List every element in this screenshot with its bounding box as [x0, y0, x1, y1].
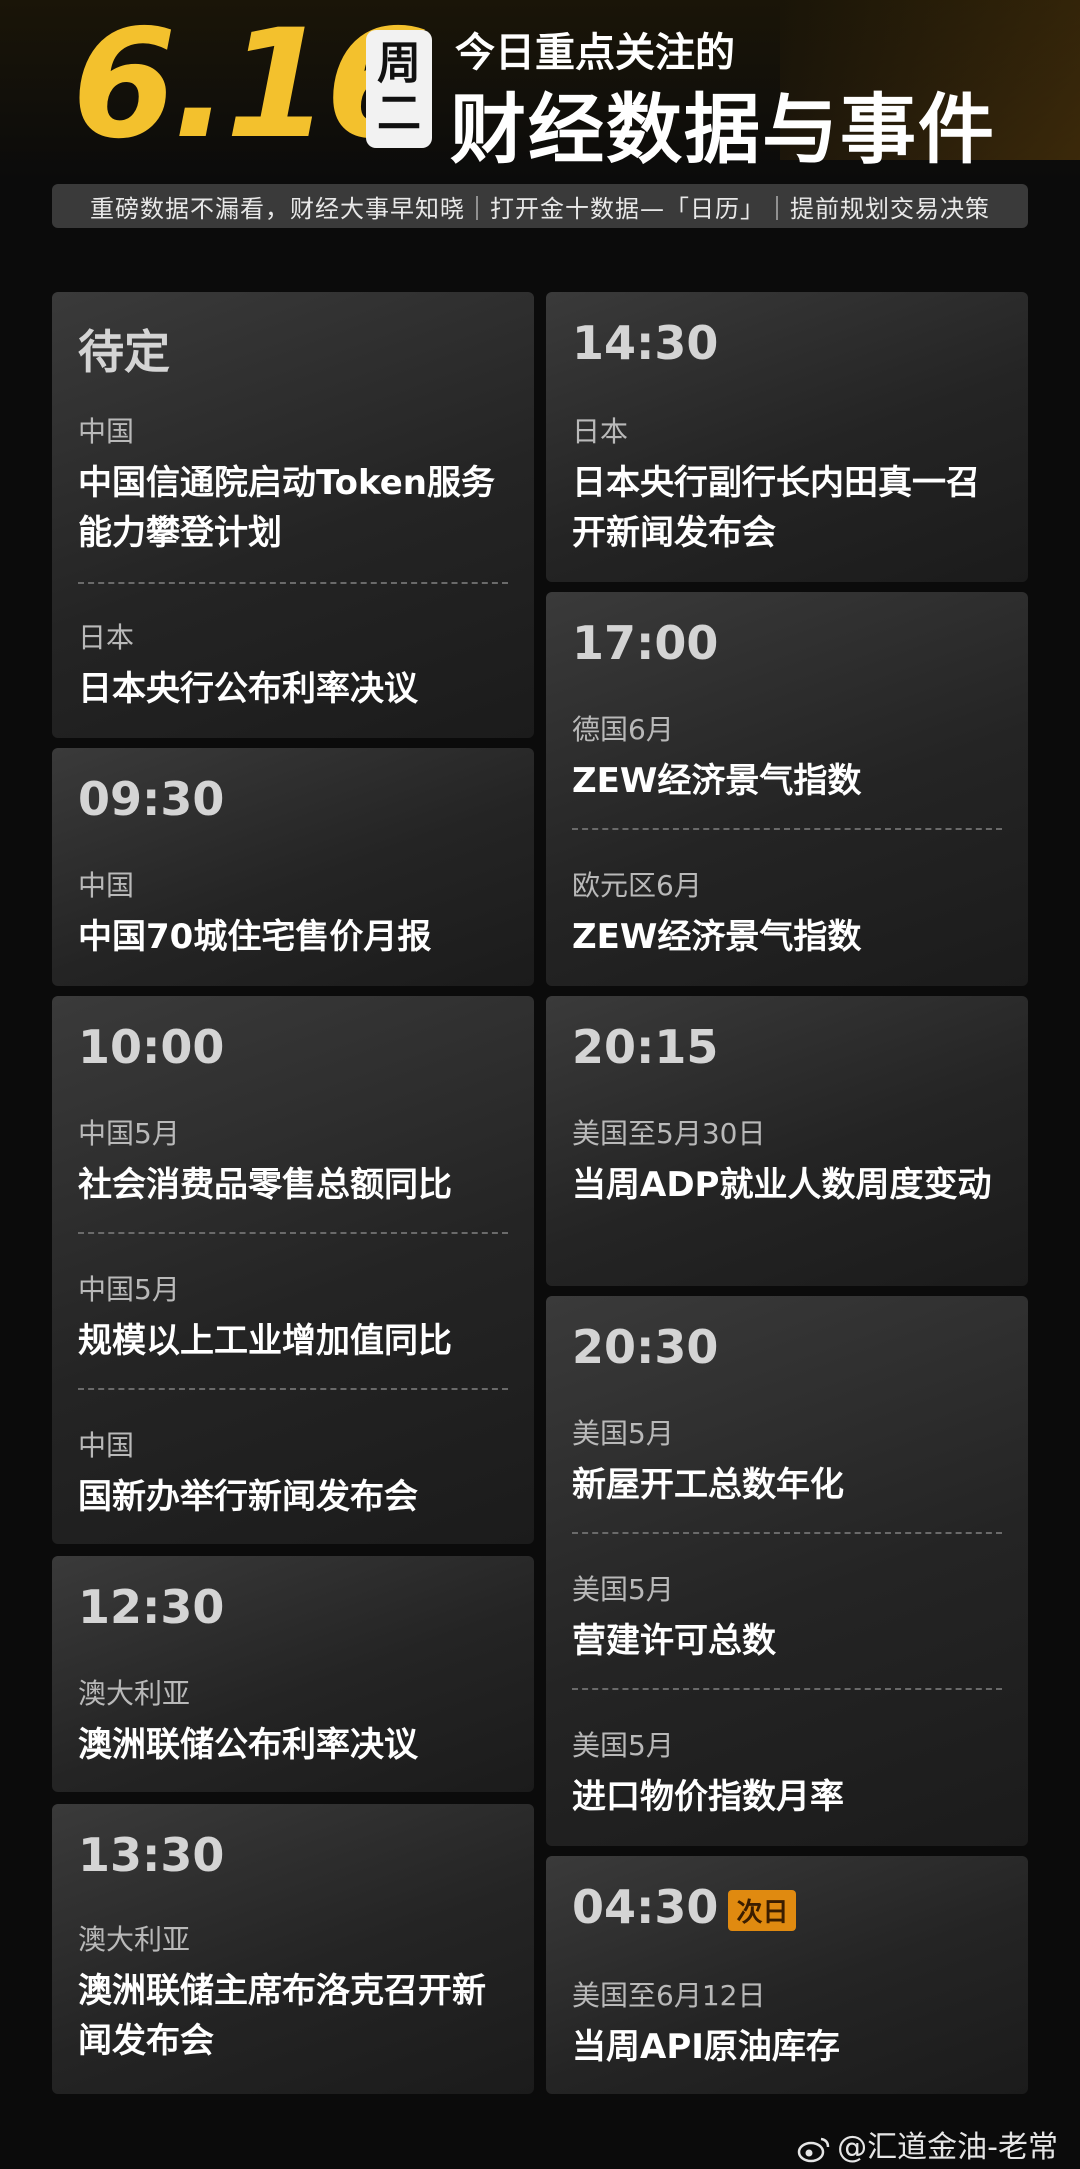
divider — [572, 1532, 1002, 1534]
event-name: 社会消费品零售总额同比 — [78, 1165, 452, 1205]
card-right-1: 17:00 德国6月 ZEW经济景气指数 欧元区6月 ZEW经济景气指数 — [546, 592, 1028, 986]
event-region: 澳大利亚 — [78, 1923, 191, 1956]
card-left-4: 13:30 澳大利亚 澳洲联储主席布洛克召开新闻发布会 — [52, 1804, 534, 2094]
event-region: 美国5月 — [572, 1417, 674, 1450]
event-region: 中国 — [78, 869, 135, 902]
divider — [78, 582, 508, 584]
event-region: 德国6月 — [572, 713, 674, 746]
event-region: 美国至5月30日 — [572, 1117, 766, 1150]
weibo-icon — [797, 2137, 830, 2162]
event-item: 澳大利亚 澳洲联储主席布洛克召开新闻发布会 — [78, 1918, 514, 2066]
card-left-2: 10:00 中国5月 社会消费品零售总额同比 中国5月 规模以上工业增加值同比 … — [52, 996, 534, 1544]
card-time: 13:30 — [78, 1828, 225, 1882]
card-left-0: 待定 中国 中国信通院启动Token服务能力攀登计划 日本 日本央行公布利率决议 — [52, 292, 534, 738]
card-time: 14:30 — [572, 316, 719, 370]
event-name: ZEW经济景气指数 — [572, 761, 862, 801]
event-item: 中国5月 社会消费品零售总额同比 — [78, 1112, 514, 1210]
event-region: 中国5月 — [78, 1273, 180, 1306]
event-item: 美国5月 进口物价指数月率 — [572, 1724, 1008, 1822]
event-name: 日本央行公布利率决议 — [78, 669, 418, 709]
card-time: 20:15 — [572, 1020, 719, 1074]
next-day-badge: 次日 — [728, 1890, 797, 1931]
event-region: 中国 — [78, 1429, 135, 1462]
event-region: 日本 — [78, 621, 135, 654]
event-item: 中国 中国70城住宅售价月报 — [78, 864, 514, 962]
event-name: 新屋开工总数年化 — [572, 1465, 844, 1505]
divider — [78, 1388, 508, 1390]
card-time: 09:30 — [78, 772, 225, 826]
event-region: 美国5月 — [572, 1729, 674, 1762]
card-time: 待定 — [78, 325, 170, 379]
divider — [78, 1232, 508, 1234]
weekday-char-2: 二 — [377, 88, 421, 139]
card-time-text: 04:30 — [572, 1880, 719, 1934]
card-time: 12:30 — [78, 1580, 225, 1634]
event-name: 进口物价指数月率 — [572, 1777, 844, 1817]
event-region: 中国5月 — [78, 1117, 180, 1150]
card-time: 20:30 — [572, 1320, 719, 1374]
event-item: 美国5月 营建许可总数 — [572, 1568, 1008, 1666]
event-region: 中国 — [78, 415, 135, 448]
card-left-3: 12:30 澳大利亚 澳洲联储公布利率决议 — [52, 1556, 534, 1792]
weekday-badge: 周 二 — [366, 30, 432, 148]
event-name: 中国70城住宅售价月报 — [78, 917, 432, 957]
card-left-1: 09:30 中国 中国70城住宅售价月报 — [52, 748, 534, 986]
event-item: 中国 国新办举行新闻发布会 — [78, 1424, 514, 1522]
divider — [572, 828, 1002, 830]
event-name: ZEW经济景气指数 — [572, 917, 862, 957]
event-name: 澳洲联储公布利率决议 — [78, 1725, 418, 1765]
card-time: 10:00 — [78, 1020, 225, 1074]
event-name: 中国信通院启动Token服务能力攀登计划 — [78, 463, 495, 553]
event-item: 中国5月 规模以上工业增加值同比 — [78, 1268, 514, 1366]
watermark: @汇道金油-老常 — [797, 2122, 1058, 2166]
event-region: 澳大利亚 — [78, 1677, 191, 1710]
card-right-0: 14:30 日本 日本央行副行长内田真一召开新闻发布会 — [546, 292, 1028, 582]
weekday-char-1: 周 — [377, 38, 421, 89]
event-item: 日本 日本央行副行长内田真一召开新闻发布会 — [572, 410, 1008, 558]
event-item: 日本 日本央行公布利率决议 — [78, 616, 514, 714]
card-right-2: 20:15 美国至5月30日 当周ADP就业人数周度变动 — [546, 996, 1028, 1286]
event-item: 美国5月 新屋开工总数年化 — [572, 1412, 1008, 1510]
event-item: 中国 中国信通院启动Token服务能力攀登计划 — [78, 410, 514, 558]
event-name: 当周API原油库存 — [572, 2027, 840, 2067]
event-item: 欧元区6月 ZEW经济景气指数 — [572, 864, 1008, 962]
card-time: 17:00 — [572, 616, 719, 670]
event-item: 美国至6月12日 当周API原油库存 — [572, 1974, 1008, 2072]
title-big: 财经数据与事件 — [450, 85, 996, 174]
event-name: 规模以上工业增加值同比 — [78, 1321, 452, 1361]
card-time: 04:30 次日 — [572, 1880, 797, 1934]
event-name: 当周ADP就业人数周度变动 — [572, 1165, 992, 1205]
event-name: 国新办举行新闻发布会 — [78, 1477, 418, 1517]
event-item: 美国至5月30日 当周ADP就业人数周度变动 — [572, 1112, 1008, 1210]
watermark-text: @汇道金油-老常 — [837, 2130, 1058, 2165]
event-region: 日本 — [572, 415, 629, 448]
divider — [572, 1688, 1002, 1690]
event-item: 澳大利亚 澳洲联储公布利率决议 — [78, 1672, 514, 1770]
event-name: 日本央行副行长内田真一召开新闻发布会 — [572, 463, 980, 553]
event-name: 营建许可总数 — [572, 1621, 776, 1661]
event-region: 美国至6月12日 — [572, 1979, 766, 2012]
card-right-4: 04:30 次日 美国至6月12日 当周API原油库存 — [546, 1856, 1028, 2094]
card-right-3: 20:30 美国5月 新屋开工总数年化 美国5月 营建许可总数 美国5月 进口物… — [546, 1296, 1028, 1846]
event-region: 欧元区6月 — [572, 869, 702, 902]
header: 6.16 周 二 今日重点关注的 财经数据与事件 — [0, 0, 1080, 180]
event-region: 美国5月 — [572, 1573, 674, 1606]
event-name: 澳洲联储主席布洛克召开新闻发布会 — [78, 1971, 486, 2061]
subtitle-bar: 重磅数据不漏看，财经大事早知晓｜打开金十数据—「日历」｜提前规划交易决策 — [52, 184, 1028, 228]
event-item: 德国6月 ZEW经济景气指数 — [572, 708, 1008, 806]
